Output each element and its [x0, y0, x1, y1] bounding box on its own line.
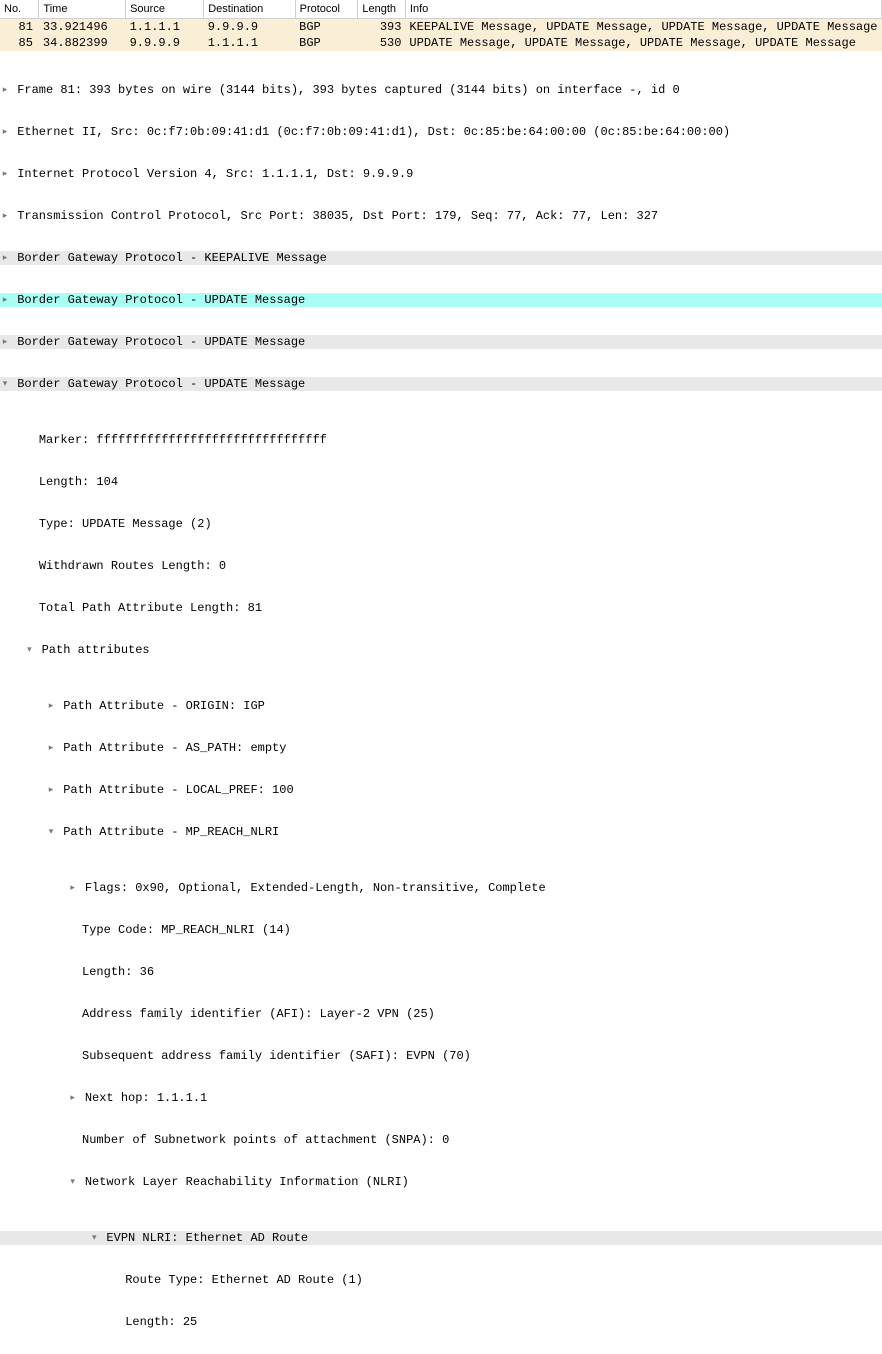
expand-icon[interactable]: ▸: [0, 83, 10, 97]
expand-icon[interactable]: ▸: [46, 741, 56, 755]
tree-evpn-route-type[interactable]: . Route Type: Ethernet AD Route (1): [0, 1273, 882, 1287]
collapse-icon[interactable]: ▾: [0, 377, 10, 391]
expand-icon[interactable]: ▸: [0, 335, 10, 349]
tree-mpreach-snpa[interactable]: . Number of Subnetwork points of attachm…: [0, 1133, 882, 1147]
tree-mpreach-afi[interactable]: . Address family identifier (AFI): Layer…: [0, 1007, 882, 1021]
packet-details-tree[interactable]: ▸ Frame 81: 393 bytes on wire (3144 bits…: [0, 55, 882, 1354]
tree-bgp-update-1[interactable]: ▸ Border Gateway Protocol - UPDATE Messa…: [0, 293, 882, 307]
tree-tcp[interactable]: ▸ Transmission Control Protocol, Src Por…: [0, 209, 882, 223]
expand-icon[interactable]: ▸: [0, 209, 10, 223]
expand-icon[interactable]: ▸: [46, 699, 56, 713]
tree-frame[interactable]: ▸ Frame 81: 393 bytes on wire (3144 bits…: [0, 83, 882, 97]
cell-time: 34.882399: [39, 35, 126, 51]
tree-bgp-update-2[interactable]: ▸ Border Gateway Protocol - UPDATE Messa…: [0, 335, 882, 349]
tree-length[interactable]: . Length: 104: [0, 475, 882, 489]
tree-bgp-update-3[interactable]: ▾ Border Gateway Protocol - UPDATE Messa…: [0, 377, 882, 391]
packet-list-header[interactable]: No. Time Source Destination Protocol Len…: [0, 0, 882, 19]
packet-list[interactable]: No. Time Source Destination Protocol Len…: [0, 0, 882, 51]
col-time[interactable]: Time: [39, 0, 126, 19]
cell-len: 393: [358, 19, 406, 36]
tree-nlri[interactable]: . ▾ Network Layer Reachability Informati…: [0, 1175, 882, 1189]
expand-icon[interactable]: ▸: [68, 881, 78, 895]
cell-dst: 1.1.1.1: [204, 35, 295, 51]
tree-path-attributes[interactable]: . ▾ Path attributes: [0, 643, 882, 657]
tree-bgp-keepalive[interactable]: ▸ Border Gateway Protocol - KEEPALIVE Me…: [0, 251, 882, 265]
tree-pa-localpref[interactable]: . ▸ Path Attribute - LOCAL_PREF: 100: [0, 783, 882, 797]
tree-marker[interactable]: . Marker: ffffffffffffffffffffffffffffff…: [0, 433, 882, 447]
cell-proto: BGP: [295, 19, 358, 36]
tree-pa-aspath[interactable]: . ▸ Path Attribute - AS_PATH: empty: [0, 741, 882, 755]
collapse-icon[interactable]: ▾: [46, 825, 56, 839]
col-no[interactable]: No.: [0, 0, 39, 19]
tree-type[interactable]: . Type: UPDATE Message (2): [0, 517, 882, 531]
tree-mpreach-flags[interactable]: . ▸ Flags: 0x90, Optional, Extended-Leng…: [0, 881, 882, 895]
cell-no: 85: [0, 35, 39, 51]
tree-mpreach-safi[interactable]: . Subsequent address family identifier (…: [0, 1049, 882, 1063]
tree-mpreach-typecode[interactable]: . Type Code: MP_REACH_NLRI (14): [0, 923, 882, 937]
tree-mpreach-length[interactable]: . Length: 36: [0, 965, 882, 979]
cell-info: UPDATE Message, UPDATE Message, UPDATE M…: [405, 35, 881, 51]
cell-info: KEEPALIVE Message, UPDATE Message, UPDAT…: [405, 19, 881, 36]
cell-src: 9.9.9.9: [126, 35, 204, 51]
cell-proto: BGP: [295, 35, 358, 51]
col-info[interactable]: Info: [405, 0, 881, 19]
tree-pa-origin[interactable]: . ▸ Path Attribute - ORIGIN: IGP: [0, 699, 882, 713]
cell-src: 1.1.1.1: [126, 19, 204, 36]
expand-icon[interactable]: ▸: [46, 783, 56, 797]
tree-evpn-length[interactable]: . Length: 25: [0, 1315, 882, 1329]
tree-withdrawn-routes-length[interactable]: . Withdrawn Routes Length: 0: [0, 559, 882, 573]
collapse-icon[interactable]: ▾: [24, 643, 34, 657]
col-dst[interactable]: Destination: [204, 0, 295, 19]
cell-no: 81: [0, 19, 39, 36]
expand-icon[interactable]: ▸: [0, 293, 10, 307]
expand-icon[interactable]: ▸: [0, 251, 10, 265]
col-proto[interactable]: Protocol: [295, 0, 358, 19]
tree-mpreach-nexthop[interactable]: . ▸ Next hop: 1.1.1.1: [0, 1091, 882, 1105]
col-len[interactable]: Length: [358, 0, 406, 19]
cell-dst: 9.9.9.9: [204, 19, 295, 36]
tree-ethernet[interactable]: ▸ Ethernet II, Src: 0c:f7:0b:09:41:d1 (0…: [0, 125, 882, 139]
collapse-icon[interactable]: ▾: [68, 1175, 78, 1189]
expand-icon[interactable]: ▸: [0, 125, 10, 139]
tree-ip[interactable]: ▸ Internet Protocol Version 4, Src: 1.1.…: [0, 167, 882, 181]
expand-icon[interactable]: ▸: [68, 1091, 78, 1105]
col-src[interactable]: Source: [126, 0, 204, 19]
packet-row[interactable]: 81 33.921496 1.1.1.1 9.9.9.9 BGP 393 KEE…: [0, 19, 882, 36]
packet-row[interactable]: 85 34.882399 9.9.9.9 1.1.1.1 BGP 530 UPD…: [0, 35, 882, 51]
tree-evpn-nlri[interactable]: . ▾ EVPN NLRI: Ethernet AD Route: [0, 1231, 882, 1245]
expand-icon[interactable]: ▸: [0, 167, 10, 181]
collapse-icon[interactable]: ▾: [89, 1231, 99, 1245]
cell-len: 530: [358, 35, 406, 51]
tree-pa-mpreach[interactable]: . ▾ Path Attribute - MP_REACH_NLRI: [0, 825, 882, 839]
cell-time: 33.921496: [39, 19, 126, 36]
tree-total-path-attr-length[interactable]: . Total Path Attribute Length: 81: [0, 601, 882, 615]
